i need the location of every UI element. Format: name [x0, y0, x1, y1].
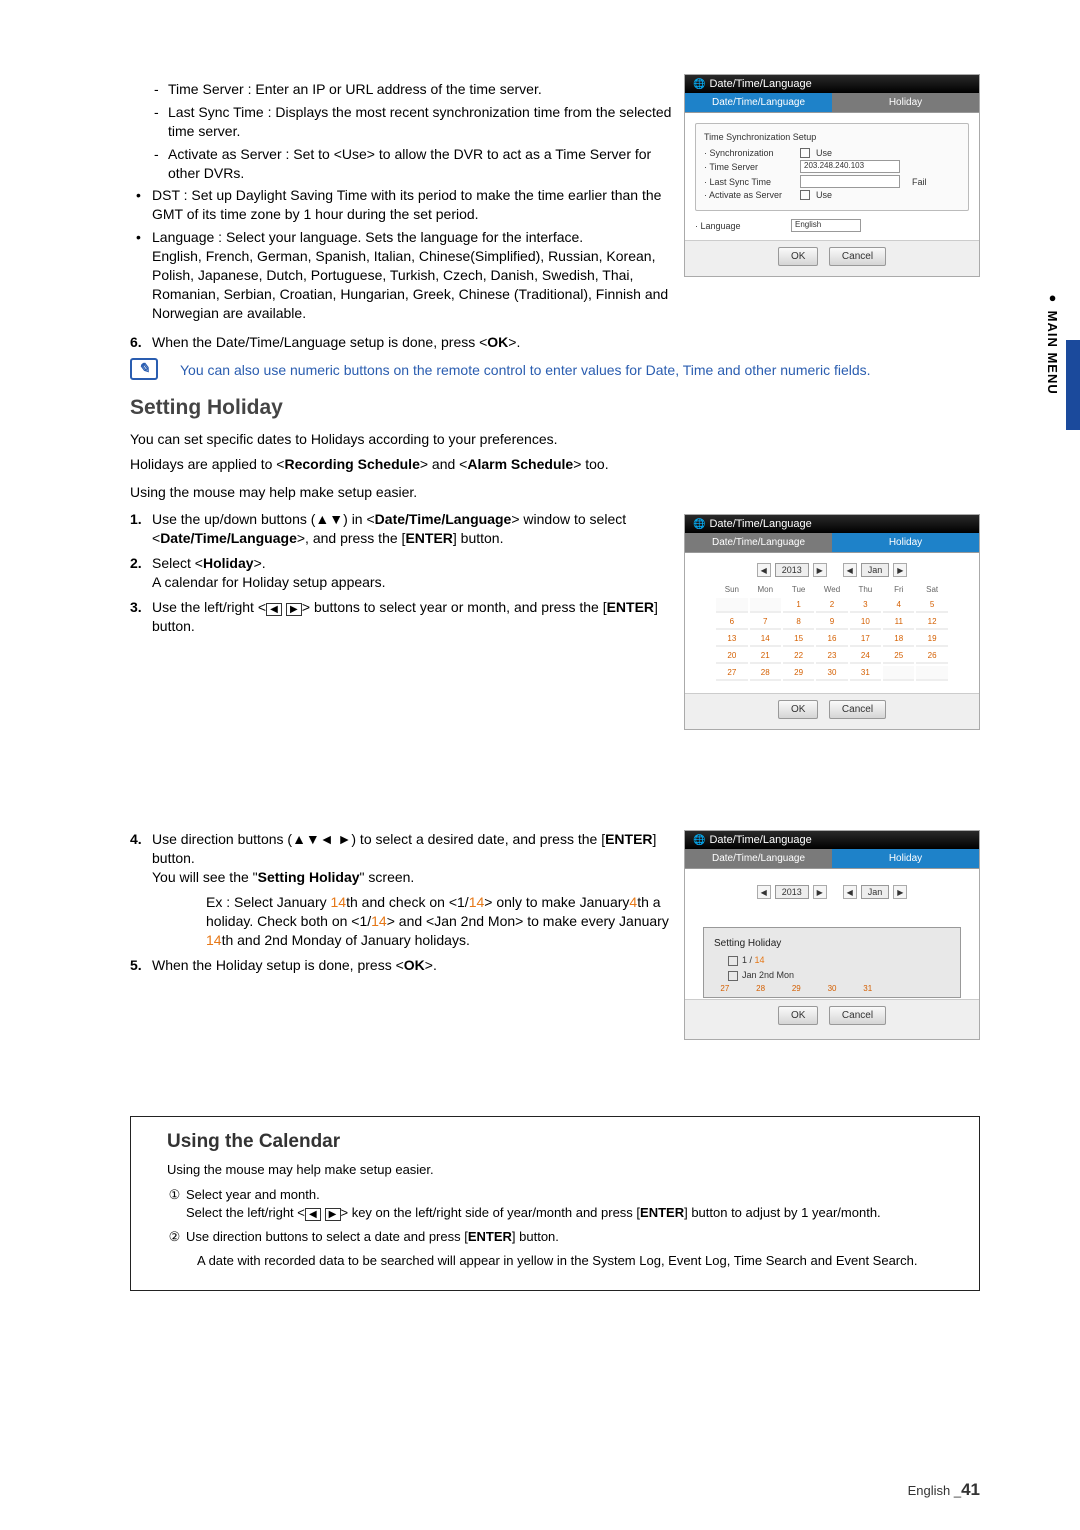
- infobox-mouse: Using the mouse may help make setup easi…: [167, 1161, 961, 1179]
- ok-button[interactable]: OK: [778, 700, 818, 719]
- step-6: 6. When the Date/Time/Language setup is …: [152, 333, 980, 352]
- bullet-language: Language : Select your language. Sets th…: [152, 228, 980, 322]
- right-button-icon: ▶: [325, 1208, 341, 1221]
- holiday-intro-1: You can set specific dates to Holidays a…: [130, 430, 980, 450]
- heading-setting-holiday: Setting Holiday: [130, 396, 980, 420]
- infobox-step-1: ①Select year and month. Select the left/…: [167, 1186, 961, 1222]
- holiday-step-3: 3. Use the left/right <◀ ▶> buttons to s…: [152, 598, 980, 636]
- left-button-icon: ◀: [266, 603, 282, 616]
- holiday-step-5: 5. When the Holiday setup is done, press…: [152, 956, 980, 975]
- note-numeric-buttons: ✎ You can also use numeric buttons on th…: [180, 362, 980, 378]
- circled-2-icon: ②: [167, 1228, 182, 1246]
- sub-time-server: Time Server : Enter an IP or URL address…: [168, 80, 980, 99]
- holiday-intro-2: Holidays are applied to <Recording Sched…: [130, 455, 980, 475]
- holiday-step-4: 4. Use direction buttons (▲▼◄ ►) to sele…: [152, 830, 980, 949]
- left-button-icon: ◀: [305, 1208, 321, 1221]
- page-footer: English _41: [908, 1480, 980, 1500]
- holiday-step-1: 1. Use the up/down buttons (▲▼) in <Date…: [152, 510, 980, 548]
- side-chapter-label: ● MAIN MENU: [1045, 290, 1060, 395]
- holiday-mouse-hint: Using the mouse may help make setup easi…: [130, 483, 980, 503]
- bullet-dst: DST : Set up Daylight Saving Time with i…: [152, 186, 980, 224]
- cancel-button[interactable]: Cancel: [829, 1006, 886, 1025]
- sub-last-sync: Last Sync Time : Displays the most recen…: [168, 103, 980, 141]
- using-the-calendar-box: Using the Calendar Using the mouse may h…: [130, 1116, 980, 1291]
- time-server-subitems: Time Server : Enter an IP or URL address…: [130, 80, 980, 182]
- language-list: English, French, German, Spanish, Italia…: [152, 248, 668, 321]
- holiday-step-2: 2. Select <Holiday>. A calendar for Holi…: [152, 554, 980, 592]
- circled-1-icon: ①: [167, 1186, 182, 1204]
- ok-button[interactable]: OK: [778, 1006, 818, 1025]
- right-button-icon: ▶: [286, 603, 302, 616]
- cancel-button[interactable]: Cancel: [829, 700, 886, 719]
- note-icon: ✎: [130, 358, 158, 380]
- infobox-title: Using the Calendar: [167, 1131, 961, 1153]
- side-tab: [1066, 340, 1080, 430]
- sub-activate-server: Activate as Server : Set to <Use> to all…: [168, 145, 980, 183]
- infobox-note: A date with recorded data to be searched…: [167, 1252, 961, 1270]
- infobox-step-2: ②Use direction buttons to select a date …: [167, 1228, 961, 1246]
